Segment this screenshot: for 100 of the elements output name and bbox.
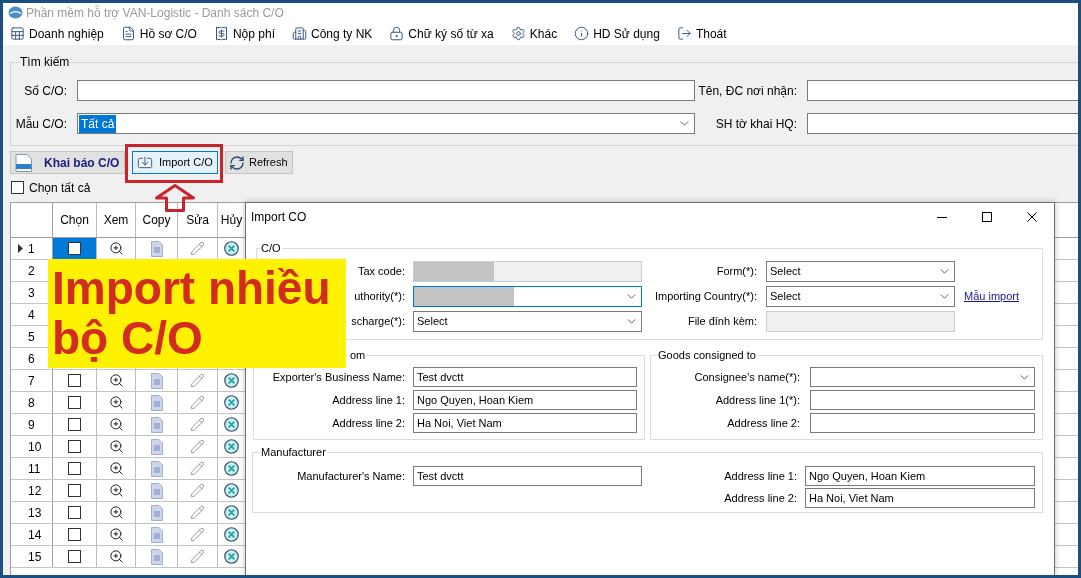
receipt-icon [213,26,229,41]
input-field[interactable] [810,413,1035,433]
checkbox[interactable] [68,462,81,475]
menu-item[interactable]: Nộp phí [213,24,275,43]
menu-item[interactable]: Khác [510,24,558,43]
row-number: 13 [28,504,42,522]
checkbox[interactable] [68,550,81,563]
group-title: om [349,348,367,362]
building-icon [292,26,307,41]
menu-item[interactable]: Thoát [676,24,727,43]
zoom-in-icon[interactable] [108,461,124,476]
cancel-icon[interactable] [224,439,239,454]
text-field[interactable]: Test dvctt [413,367,637,387]
row-number: 5 [28,328,35,346]
field-label: Address line 1(*): [714,392,800,408]
input-field[interactable] [810,390,1035,410]
chevron-down-icon [940,294,949,299]
link[interactable]: Mẫu import [964,288,1020,305]
text-field[interactable]: Test dvctt [413,466,642,486]
dropdown[interactable]: Select [413,311,642,332]
text-field[interactable]: Ha Noi, Viet Nam [413,413,637,433]
chevron-down-icon [627,319,636,324]
chevron-down-icon [1020,374,1029,380]
checkbox[interactable] [68,374,81,387]
cancel-icon[interactable] [224,373,239,388]
pencil-icon[interactable] [190,505,205,520]
dropdown[interactable]: Select [766,286,955,307]
menu-item[interactable]: Doanh nghiệp [10,24,104,43]
row-number: 9 [28,416,35,434]
checkbox-label[interactable]: Chọn tất cả [29,178,91,197]
input-field[interactable] [807,80,1078,101]
chevron-down-icon [940,269,949,274]
document-icon [120,26,136,41]
document-icon [13,153,33,172]
cancel-icon[interactable] [224,483,239,498]
annotation-arrow [155,184,195,212]
row-number: 10 [28,438,42,456]
zoom-in-icon[interactable] [108,439,124,454]
row-number: 2 [28,262,35,280]
row-number: 3 [28,284,35,302]
dropdown[interactable]: Select [766,261,955,282]
input-field[interactable] [807,113,1078,134]
app-icon [8,6,23,19]
logout-icon [676,26,692,41]
cancel-icon[interactable] [224,417,239,432]
toolbar-button[interactable]: Import C/O [132,151,218,174]
lock-icon [389,26,405,41]
field-label: Importing Country(*): [653,289,757,305]
field-label: Address line 2: [723,490,797,506]
zoom-in-icon[interactable] [108,241,124,256]
field-label: Address line 2: [726,415,800,431]
cancel-icon[interactable] [224,505,239,520]
row-number: 14 [28,526,42,544]
row-number: 11 [28,460,41,478]
import-icon [137,154,153,171]
zoom-in-icon[interactable] [108,505,124,520]
row-number: 15 [28,548,42,566]
zoom-in-icon[interactable] [108,483,124,498]
dropdown[interactable]: Tất cả [77,113,695,134]
checkbox[interactable] [11,181,24,194]
toolbar-button[interactable]: Khai báo C/O [10,151,125,174]
text-field[interactable]: Ngo Quyen, Hoan Kiem [413,390,637,410]
checkbox[interactable] [68,484,81,497]
group-title: C/O [260,241,282,255]
column-header: Sửa [186,212,209,229]
dropdown[interactable] [810,367,1035,387]
menu-item[interactable]: Hồ sơ C/O [120,24,197,43]
checkbox[interactable] [68,528,81,541]
cancel-icon[interactable] [224,461,239,476]
column-header: Hủy [220,212,243,229]
zoom-in-icon[interactable] [108,417,124,432]
dropdown[interactable] [413,286,642,307]
cancel-icon[interactable] [224,527,239,542]
cancel-icon[interactable] [224,395,239,410]
dialog-title: Import CO [250,209,308,226]
minimize-icon [936,216,947,218]
text-field[interactable]: Ha Noi, Viet Nam [805,488,1035,508]
zoom-in-icon[interactable] [108,373,124,388]
menu-item[interactable]: Công ty NK [292,24,373,43]
row-number: 8 [28,394,35,412]
checkbox-cell[interactable] [53,238,97,259]
zoom-in-icon[interactable] [108,549,124,564]
checkbox[interactable] [68,506,81,519]
field-label: Form(*): [715,264,757,280]
text-field[interactable]: Ngo Quyen, Hoan Kiem [805,466,1035,486]
row-number: 1 [28,240,35,258]
menu-item[interactable]: Chữ ký số từ xa [389,24,494,43]
menu-item[interactable]: HD Sử dụng [574,24,660,43]
input-field[interactable] [77,80,695,101]
cancel-icon[interactable] [224,549,239,564]
field-label: Số C/O: [23,82,67,100]
checkbox[interactable] [68,396,81,409]
zoom-in-icon[interactable] [108,395,124,410]
row-number: 7 [28,372,35,390]
checkbox[interactable] [68,440,81,453]
checkbox[interactable] [68,418,81,431]
cancel-icon[interactable] [224,241,239,256]
toolbar-button[interactable]: Refresh [225,151,293,174]
checkbox[interactable] [68,242,81,255]
zoom-in-icon[interactable] [108,527,124,542]
